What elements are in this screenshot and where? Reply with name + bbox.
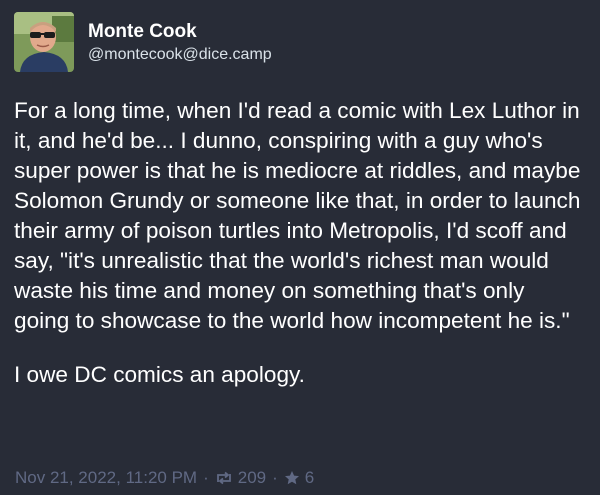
post-header: Monte Cook @montecook@dice.camp	[14, 12, 584, 74]
post-content: For a long time, when I'd read a comic w…	[14, 96, 584, 390]
post-timestamp[interactable]: Nov 21, 2022, 11:20 PM	[15, 468, 197, 488]
retweet-icon[interactable]	[215, 471, 233, 485]
display-name[interactable]: Monte Cook	[88, 20, 272, 43]
favourite-count: 6	[304, 468, 315, 487]
post-paragraph: I owe DC comics an apology.	[14, 362, 305, 387]
post-meta: Nov 21, 2022, 11:20 PM · 209 · 6	[15, 468, 314, 488]
star-icon[interactable]	[284, 470, 300, 486]
boost-count: 209	[237, 468, 267, 487]
account-handle[interactable]: @montecook@dice.camp	[88, 44, 272, 66]
avatar[interactable]	[14, 12, 74, 72]
author-names: Monte Cook @montecook@dice.camp	[88, 12, 272, 66]
meta-separator: ·	[203, 468, 209, 487]
status-post: Monte Cook @montecook@dice.camp For a lo…	[0, 0, 600, 495]
meta-separator: ·	[272, 468, 278, 487]
post-paragraph: For a long time, when I'd read a comic w…	[14, 98, 581, 333]
